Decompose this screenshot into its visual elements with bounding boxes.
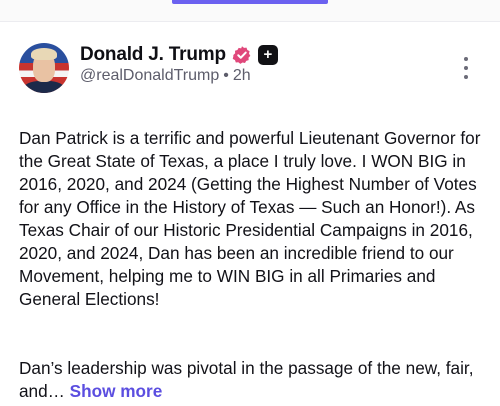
more-dot bbox=[464, 66, 468, 70]
avatar[interactable] bbox=[19, 43, 69, 93]
top-tab-bar bbox=[0, 0, 500, 22]
author-handle[interactable]: @realDonaldTrump bbox=[80, 67, 219, 85]
meta-separator: • bbox=[223, 67, 229, 84]
post-time[interactable]: 2h bbox=[233, 67, 251, 85]
verified-badge-icon bbox=[232, 46, 251, 64]
post-paragraph-2: Dan’s leadership was pivotal in the pass… bbox=[19, 357, 484, 403]
more-dot bbox=[464, 75, 468, 79]
more-dot bbox=[464, 57, 468, 61]
avatar-hair bbox=[31, 48, 57, 60]
post-body: Dan Patrick is a terrific and powerful L… bbox=[19, 104, 484, 406]
more-options-icon[interactable] bbox=[458, 55, 474, 81]
show-more-link[interactable]: Show more bbox=[70, 381, 163, 401]
avatar-suit bbox=[23, 81, 65, 93]
plus-badge-icon: + bbox=[257, 45, 278, 65]
plus-symbol: + bbox=[263, 46, 273, 63]
post-paragraph-1: Dan Patrick is a terrific and powerful L… bbox=[19, 128, 481, 309]
author-display-name[interactable]: Donald J. Trump bbox=[80, 44, 226, 66]
active-tab-indicator bbox=[172, 0, 328, 4]
post-card[interactable]: Donald J. Trump + @realDonaldTrump • 2h … bbox=[0, 23, 500, 406]
author-name-row: Donald J. Trump + bbox=[80, 42, 278, 68]
author-meta-row: @realDonaldTrump • 2h bbox=[80, 67, 251, 85]
